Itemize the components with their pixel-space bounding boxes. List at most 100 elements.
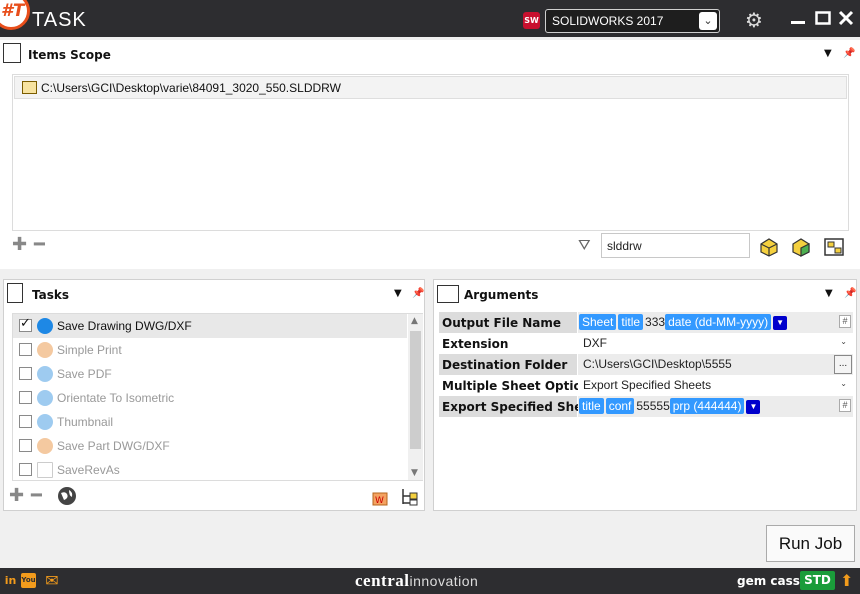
arguments-panel: Arguments ▼ 📌 Output File Name Sheet titl… bbox=[433, 279, 857, 511]
app-title: TASK bbox=[32, 9, 87, 31]
app-logo-icon: #T bbox=[0, 0, 30, 30]
arg-row-export-sheets: Export Specified Sheets title conf 55555 pr… bbox=[439, 396, 853, 417]
drawing-file-icon bbox=[22, 81, 37, 94]
logo-text: #T bbox=[1, 1, 25, 21]
task-checkbox[interactable] bbox=[19, 391, 32, 404]
items-scope-header: Items Scope ▼ 📌 bbox=[0, 40, 860, 68]
tasks-title: Tasks bbox=[32, 288, 70, 302]
arguments-grid: Output File Name Sheet title 333 date (dd-M… bbox=[439, 312, 853, 418]
part-icon[interactable] bbox=[758, 236, 778, 257]
arg-row-output-file-name: Output File Name Sheet title 333 date (dd-M… bbox=[439, 312, 853, 333]
task-icon bbox=[37, 342, 53, 358]
chevron-down-icon[interactable]: ▼ bbox=[773, 315, 788, 330]
assembly-cube-icon bbox=[792, 238, 810, 257]
arg-label: Output File Name bbox=[439, 312, 577, 333]
task-row[interactable]: Thumbnail bbox=[13, 410, 407, 434]
hash-icon[interactable]: # bbox=[839, 399, 851, 412]
add-task-icon[interactable]: ✚ bbox=[9, 487, 24, 505]
tree-shape bbox=[402, 489, 418, 506]
task-row[interactable]: Save Drawing DWG/DXF bbox=[13, 314, 407, 338]
task-checkbox[interactable] bbox=[19, 439, 32, 452]
close-button[interactable] bbox=[838, 10, 854, 29]
document-icon bbox=[3, 43, 21, 63]
arg-row-extension: Extension DXF ⌄ bbox=[439, 333, 853, 354]
run-job-button[interactable]: Run Job bbox=[766, 525, 855, 562]
brand-logo: centralinnovation bbox=[355, 571, 478, 591]
output-file-name-field[interactable]: Sheet title 333 date (dd-MM-yyyy) ▼ # bbox=[578, 312, 853, 333]
task-row[interactable]: Simple Print bbox=[13, 338, 407, 362]
chevron-down-icon: ⌄ bbox=[840, 337, 847, 346]
task-icon bbox=[37, 366, 53, 382]
task-checkbox[interactable] bbox=[19, 415, 32, 428]
panel-menu-icon[interactable]: ▼ bbox=[824, 48, 832, 59]
linkedin-icon[interactable]: in bbox=[3, 573, 18, 588]
task-row[interactable]: Save Part DWG/DXF bbox=[13, 434, 407, 458]
email-icon[interactable]: ✉ bbox=[42, 573, 62, 589]
scroll-up-icon[interactable]: ▲ bbox=[411, 316, 418, 326]
task-icon bbox=[37, 390, 53, 406]
token-chip[interactable]: conf bbox=[605, 398, 635, 414]
arg-row-destination: Destination Folder C:\Users\GCI\Desktop\… bbox=[439, 354, 853, 375]
item-path: C:\Users\GCI\Desktop\varie\84091_3020_55… bbox=[41, 81, 341, 95]
scroll-down-icon[interactable]: ▼ bbox=[411, 468, 418, 478]
task-row[interactable]: Save PDF bbox=[13, 362, 407, 386]
token-chip[interactable]: prp (444444) bbox=[669, 398, 745, 414]
pin-icon[interactable]: 📌 bbox=[843, 48, 855, 59]
token-chip[interactable]: title bbox=[618, 314, 644, 330]
token-chip[interactable]: Sheet bbox=[579, 314, 617, 330]
license-badge: STD bbox=[800, 571, 835, 590]
task-tree-icon[interactable] bbox=[400, 487, 420, 510]
remove-task-icon[interactable]: ━ bbox=[31, 487, 42, 505]
maximize-button[interactable] bbox=[815, 10, 831, 29]
globe-icon[interactable] bbox=[57, 486, 77, 509]
arg-row-multi-sheet: Multiple Sheet Options Export Specified … bbox=[439, 375, 853, 396]
tasks-scrollbar[interactable]: ▲ ▼ bbox=[408, 314, 423, 480]
destination-field[interactable]: C:\Users\GCI\Desktop\5555 ... bbox=[578, 354, 853, 375]
token-chip[interactable]: title bbox=[579, 398, 604, 414]
cad-version-select[interactable]: SOLIDWORKS 2017 ⌄ bbox=[545, 9, 720, 33]
extension-value: DXF bbox=[583, 336, 607, 350]
browse-button[interactable]: ... bbox=[834, 355, 852, 374]
task-label: Orientate To Isometric bbox=[57, 391, 175, 405]
export-sheets-field[interactable]: title conf 55555 prp (444444) ▼ # bbox=[578, 396, 853, 417]
tasks-list[interactable]: Save Drawing DWG/DXF Simple Print Save PDF… bbox=[12, 313, 423, 481]
assembly-icon[interactable] bbox=[790, 236, 810, 257]
arguments-title: Arguments bbox=[464, 288, 539, 302]
arrow-up-icon[interactable]: ⬆ bbox=[840, 571, 853, 590]
user-name: gem cassa bbox=[737, 574, 809, 588]
filter-input[interactable] bbox=[601, 233, 750, 258]
youtube-icon[interactable]: You bbox=[21, 573, 36, 588]
minimize-button[interactable] bbox=[790, 10, 806, 29]
brand-bold: central bbox=[355, 571, 410, 590]
gear-icon[interactable]: ⚙ bbox=[745, 10, 763, 30]
arguments-header: Arguments ▼ 📌 bbox=[434, 280, 856, 308]
task-checkbox[interactable] bbox=[19, 316, 32, 332]
app-window: #T TASK SW SOLIDWORKS 2017 ⌄ ⚙ Items Sco… bbox=[0, 0, 860, 594]
pin-icon[interactable]: 📌 bbox=[844, 288, 856, 299]
task-checkbox[interactable] bbox=[19, 367, 32, 380]
add-item-icon[interactable]: ✚ bbox=[12, 236, 27, 254]
items-list[interactable]: C:\Users\GCI\Desktop\varie\84091_3020_55… bbox=[12, 74, 849, 231]
panel-menu-icon[interactable]: ▼ bbox=[394, 288, 402, 299]
scroll-thumb[interactable] bbox=[410, 331, 421, 449]
pin-icon[interactable]: 📌 bbox=[412, 288, 424, 299]
remove-item-icon[interactable]: ━ bbox=[34, 236, 45, 254]
token-chip[interactable]: date (dd-MM-yyyy) bbox=[665, 314, 772, 330]
chevron-down-icon[interactable]: ▼ bbox=[746, 399, 761, 414]
hash-icon[interactable]: # bbox=[839, 315, 851, 328]
close-icon bbox=[838, 10, 854, 26]
task-checkbox[interactable] bbox=[19, 343, 32, 356]
globe-shape bbox=[58, 487, 76, 505]
list-item[interactable]: C:\Users\GCI\Desktop\varie\84091_3020_55… bbox=[14, 76, 847, 99]
drawing-icon[interactable] bbox=[823, 236, 844, 256]
footer: in You ✉ centralinnovation gem cassa STD… bbox=[0, 568, 860, 594]
task-row[interactable]: SaveRevAs bbox=[13, 458, 407, 482]
arg-label: Destination Folder bbox=[439, 354, 577, 375]
panel-menu-icon[interactable]: ▼ bbox=[825, 288, 833, 299]
task-checkbox[interactable] bbox=[19, 463, 32, 476]
task-package-icon[interactable]: W bbox=[371, 487, 391, 510]
extension-select[interactable]: DXF ⌄ bbox=[578, 333, 853, 354]
task-row[interactable]: Orientate To Isometric bbox=[13, 386, 407, 410]
destination-value: C:\Users\GCI\Desktop\5555 bbox=[583, 357, 732, 371]
multi-sheet-select[interactable]: Export Specified Sheets ⌄ bbox=[578, 375, 853, 396]
